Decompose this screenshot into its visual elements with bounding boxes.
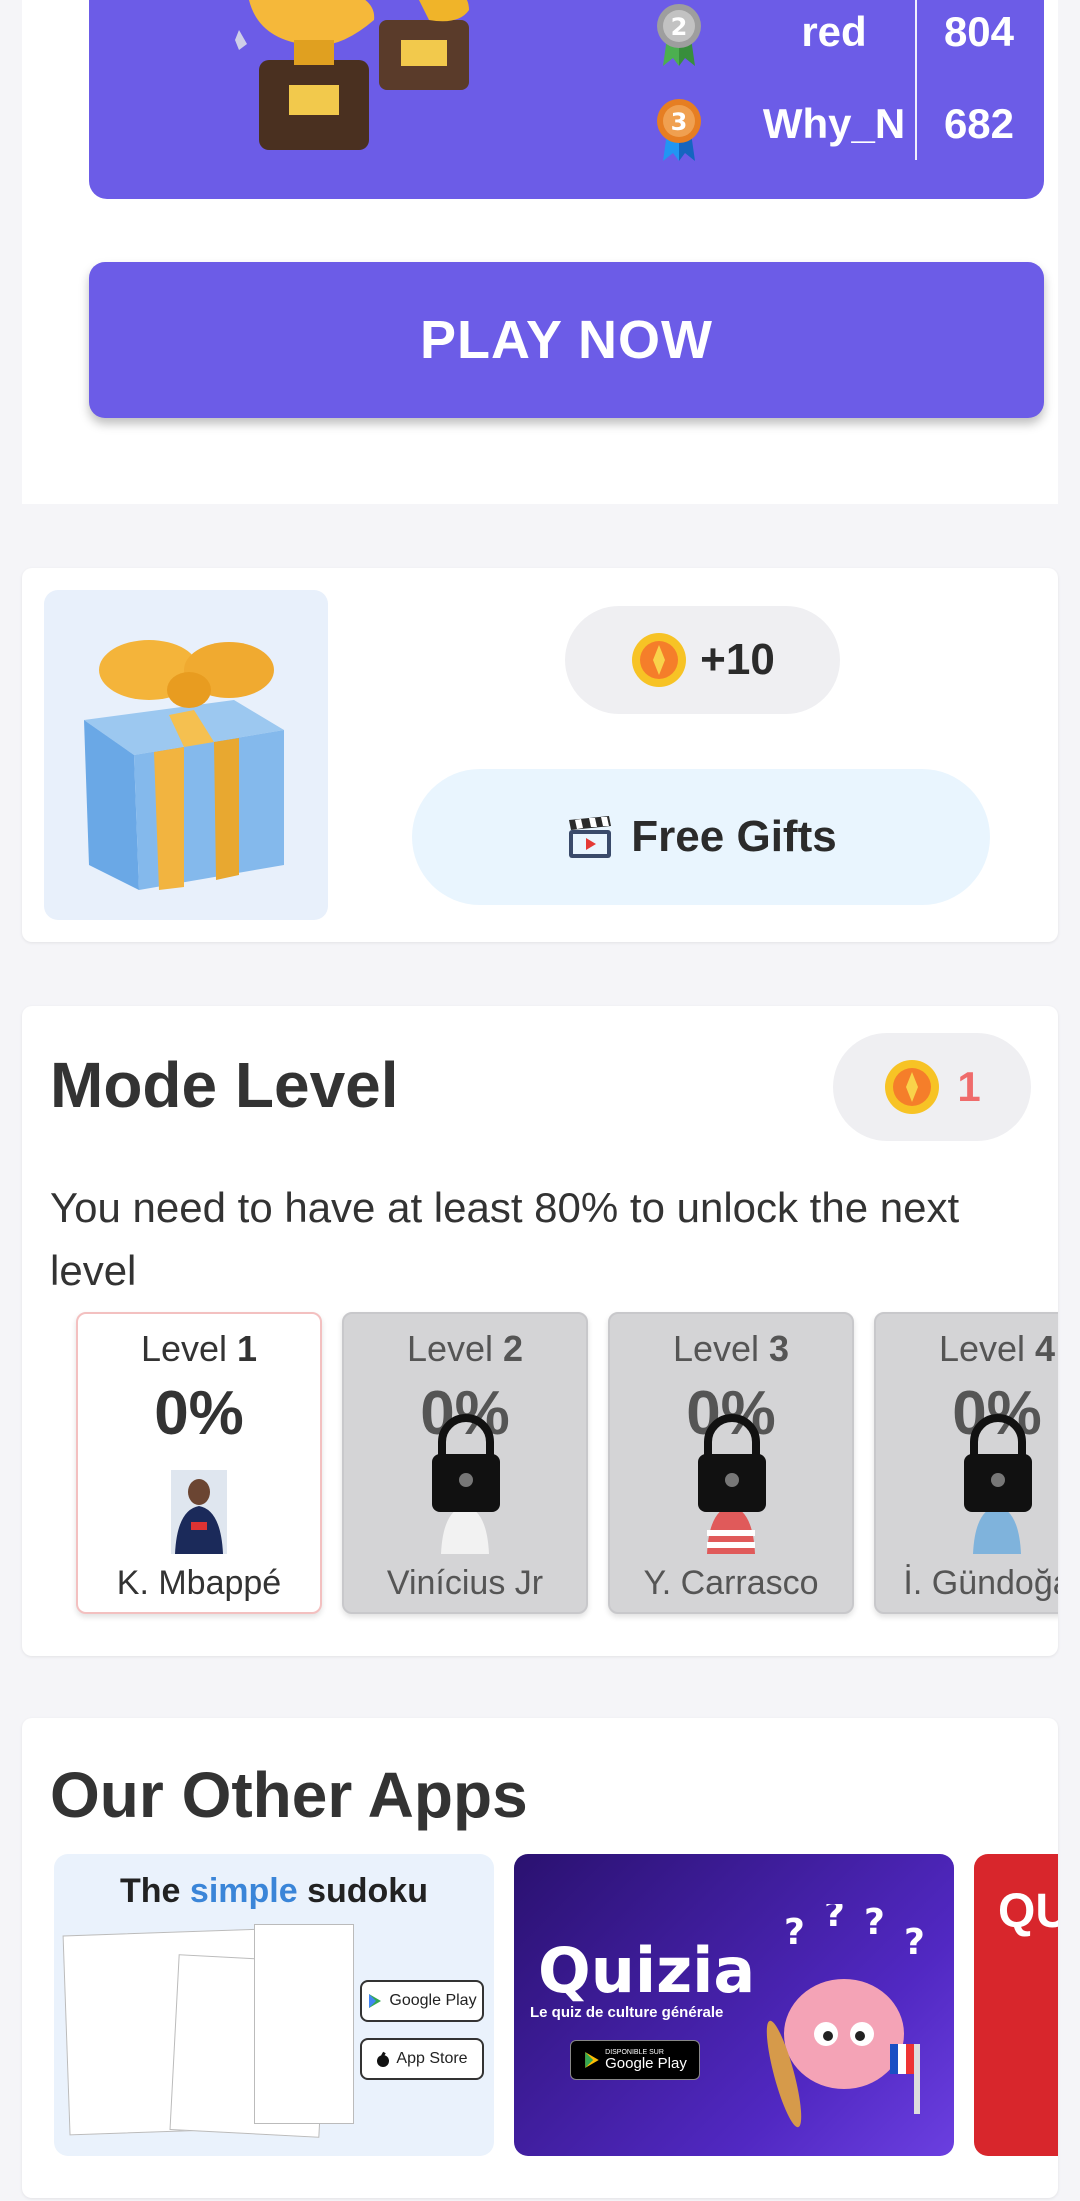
- svg-text:?: ?: [864, 1904, 885, 1943]
- svg-text:2: 2: [671, 13, 688, 41]
- lock-icon: [964, 1414, 1032, 1512]
- google-play-badge: DISPONIBLE SUR Google Play: [570, 2040, 700, 2080]
- lock-icon: [432, 1414, 500, 1512]
- svg-text:3: 3: [671, 108, 688, 136]
- level-label: Level 4: [938, 1328, 1056, 1369]
- google-play-badge: Google Play: [360, 1980, 484, 2022]
- leaderboard-row: 3 Why_N 682: [89, 95, 1044, 165]
- gift-box-image: [44, 590, 328, 920]
- coin-amount: +10: [700, 635, 775, 684]
- free-gifts-button[interactable]: Free Gifts: [412, 769, 990, 905]
- coin-icon: [885, 1060, 940, 1114]
- bronze-medal-icon: 3: [657, 99, 701, 161]
- leaderboard-row: 2 red 804: [89, 0, 1044, 70]
- player-name: Y. Carrasco: [643, 1564, 819, 1602]
- free-gift-card: +10 Free Gifts: [22, 568, 1058, 942]
- app-title: Quizia: [538, 1934, 756, 2007]
- svg-text:?: ?: [824, 1904, 845, 1935]
- coin-icon: [632, 633, 687, 687]
- coin-reward-pill: +10: [565, 606, 840, 714]
- coin-balance: 1: [957, 1063, 981, 1110]
- levels-carousel[interactable]: Level 1 0% K. Mbappé Level 2 0% Vinícius: [56, 1312, 1058, 1620]
- silver-medal-icon: 2: [657, 4, 701, 66]
- player-name: K. Mbappé: [116, 1564, 282, 1602]
- level-label: Level 1: [140, 1328, 258, 1369]
- level-card-4[interactable]: Level 4 0% İ. Gündoğan: [874, 1312, 1058, 1614]
- svg-text:?: ?: [784, 1912, 805, 1953]
- level-card-3[interactable]: Level 3 0% Y. Carrasco: [608, 1312, 854, 1614]
- lock-icon: [698, 1414, 766, 1512]
- free-gifts-label: Free Gifts: [631, 812, 837, 861]
- video-clapper-icon: [569, 816, 612, 858]
- level-label: Level 2: [406, 1328, 524, 1369]
- leaderboard-banner: 2 red 804 3 Why_N 682: [89, 0, 1044, 199]
- player-avatar: [171, 1470, 227, 1554]
- coin-balance-pill: 1: [833, 1033, 1031, 1141]
- level-percent: 0%: [154, 1379, 244, 1448]
- gift-box-icon: [84, 640, 284, 890]
- sudoku-grid-image: [254, 1924, 354, 2124]
- level-label: Level 3: [672, 1328, 790, 1369]
- player-name: Vinícius Jr: [386, 1564, 544, 1602]
- section-title: Our Other Apps: [50, 1759, 528, 1831]
- level-card-1[interactable]: Level 1 0% K. Mbappé: [76, 1312, 322, 1614]
- leaderboard-card: 2 red 804 3 Why_N 682 PLAY NOW: [22, 0, 1058, 504]
- player-score: 804: [943, 8, 1015, 55]
- section-title: Mode Level: [50, 1049, 399, 1121]
- unlock-description: You need to have at least 80% to unlock …: [50, 1184, 960, 1294]
- app-tile-quizia[interactable]: Quizia Le quiz de culture générale DISPO…: [514, 1854, 954, 2156]
- svg-text:?: ?: [904, 1922, 925, 1963]
- app-subtitle: Le quiz de culture générale: [530, 2004, 724, 2021]
- level-card-2[interactable]: Level 2 0% Vinícius Jr: [342, 1312, 588, 1614]
- mode-level-card: Mode Level 1 You need to have at least 8…: [22, 1006, 1058, 1656]
- brain-mascot-icon: ? ? ? ?: [766, 1904, 925, 2128]
- google-play-icon: [585, 2052, 599, 2068]
- player-name: İ. Gündoğan: [903, 1564, 1058, 1602]
- app-tile-third[interactable]: QU: [974, 1854, 1058, 2156]
- google-play-icon: [369, 1994, 382, 2008]
- app-title: The simple sudoku: [120, 1872, 428, 1910]
- app-tile-sudoku[interactable]: The simple sudoku Google Play App Store: [54, 1854, 494, 2156]
- app-title: QU: [998, 1885, 1058, 1938]
- play-now-button[interactable]: PLAY NOW: [89, 262, 1044, 418]
- other-apps-card: Our Other Apps The simple sudoku Google …: [22, 1718, 1058, 2198]
- app-store-badge: App Store: [360, 2038, 484, 2080]
- player-score: 682: [943, 100, 1015, 147]
- apple-icon: [377, 2051, 390, 2067]
